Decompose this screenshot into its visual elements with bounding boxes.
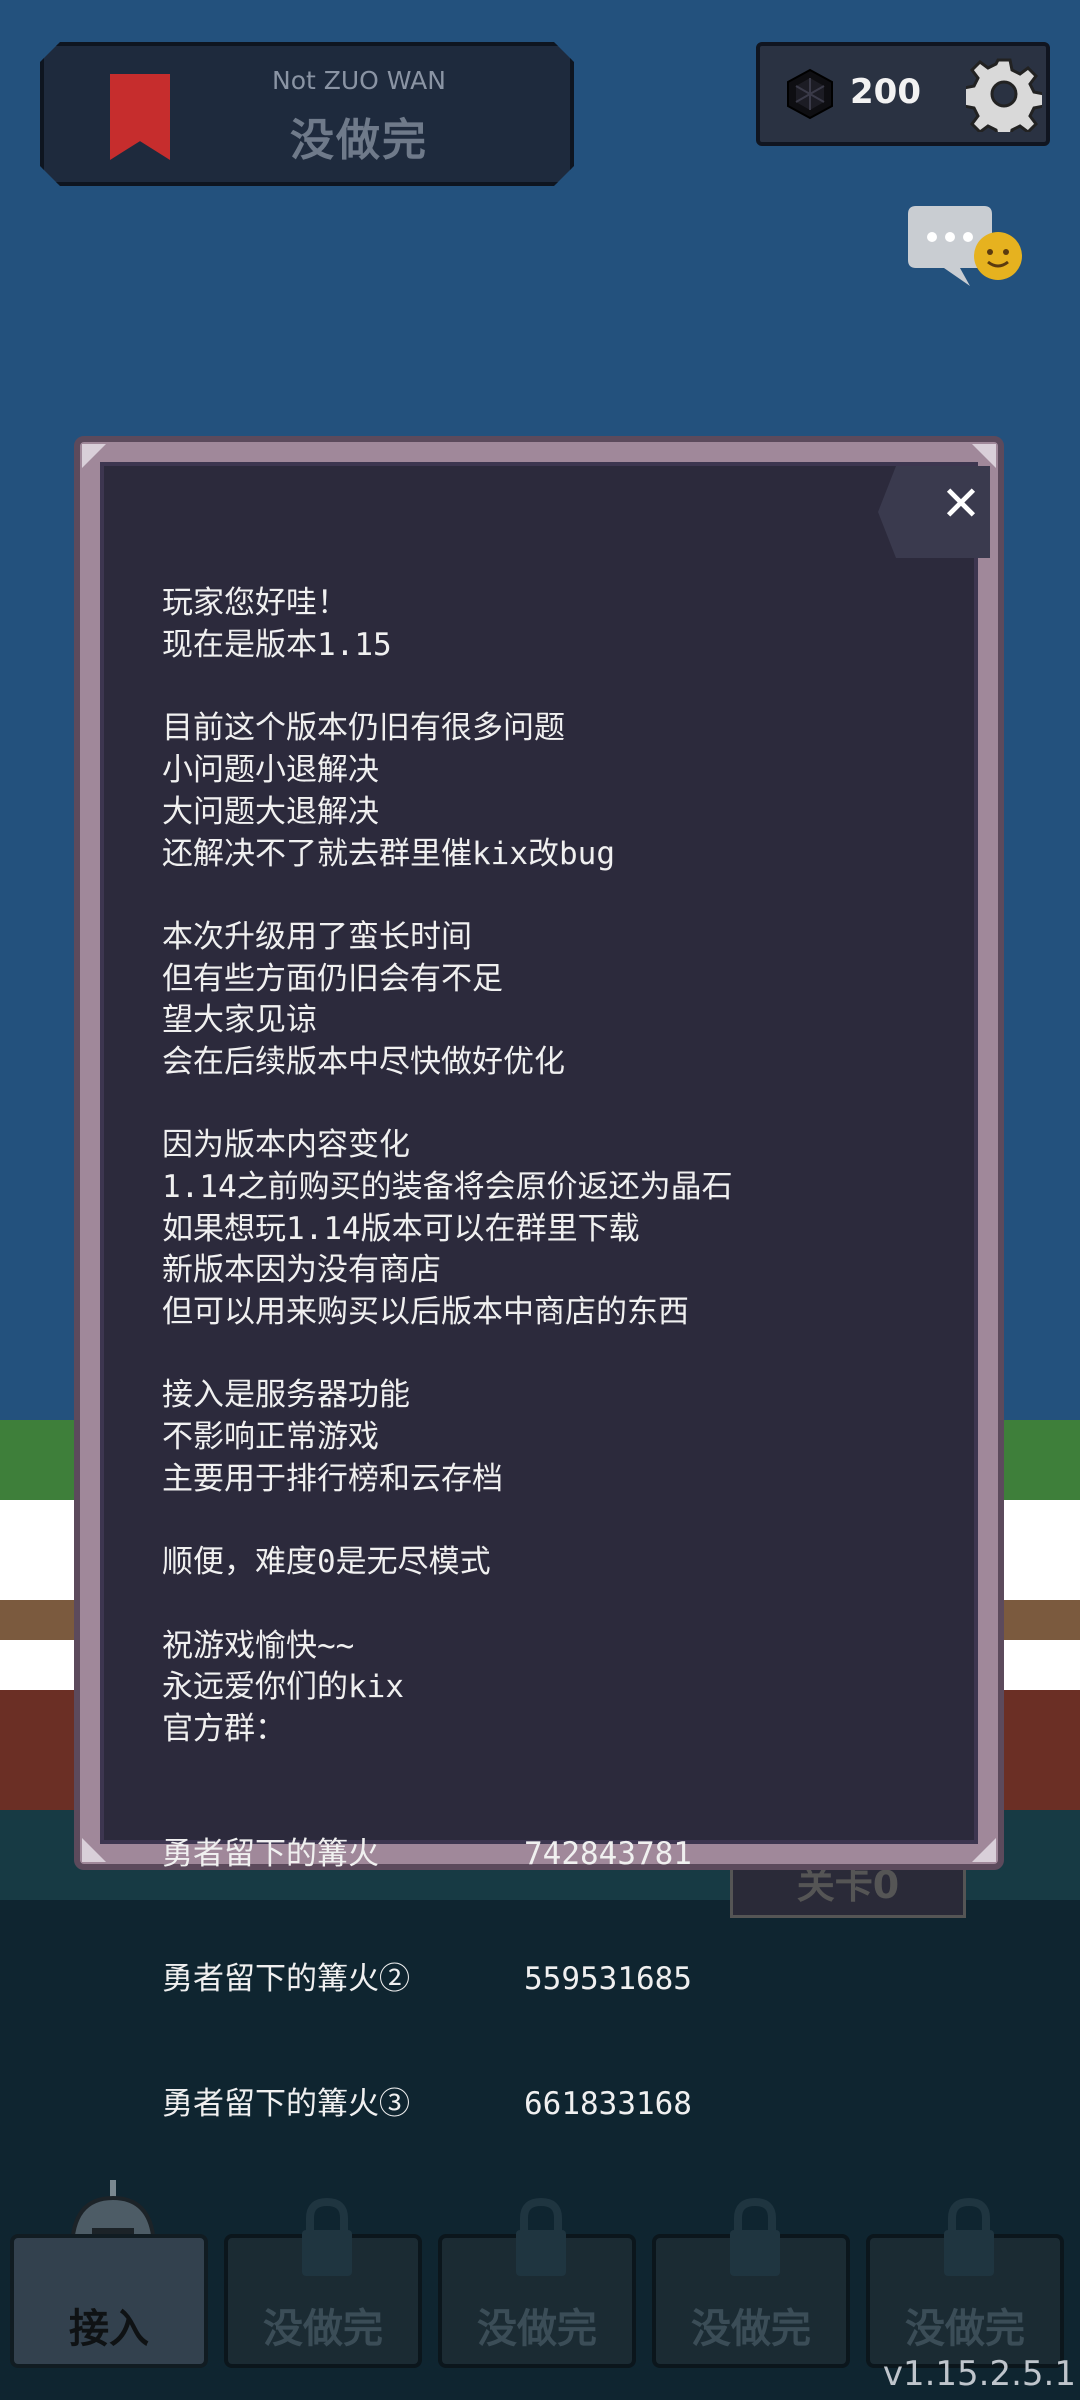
lock-icon xyxy=(516,2197,566,2276)
announcement-line: 因为版本内容变化 xyxy=(162,1127,410,1164)
tab-connect[interactable]: 接入 xyxy=(10,2234,208,2368)
announcement-line: 顺便，难度0是无尽模式 xyxy=(162,1544,491,1581)
announcement-line: 不影响正常游戏 xyxy=(162,1419,379,1456)
announcement-line xyxy=(162,1334,962,1376)
announcement-line: 但有些方面仍旧会有不足 xyxy=(162,960,503,997)
announcement-line: 还解决不了就去群里催kix改bug xyxy=(162,835,615,872)
lock-icon xyxy=(944,2197,994,2276)
group-number: 661833168 xyxy=(524,2086,692,2123)
announcement-line: 会在后续版本中尽快做好优化 xyxy=(162,1043,565,1080)
announcement-line: 如果想玩1.14版本可以在群里下载 xyxy=(162,1210,640,1247)
announcement-line xyxy=(162,875,962,917)
announcement-line: 祝游戏愉快~~ xyxy=(162,1627,355,1664)
group-number: 559531685 xyxy=(524,1961,692,1998)
tab-label: 没做完 xyxy=(477,2306,597,2352)
tab-locked-2[interactable]: 没做完 xyxy=(438,2197,636,2368)
tab-locked-4[interactable]: 没做完 xyxy=(866,2197,1064,2368)
lock-icon xyxy=(302,2197,352,2276)
banner-title: 没做完 xyxy=(290,115,428,166)
announcement-line xyxy=(162,1084,962,1126)
tab-label: 接入 xyxy=(69,2306,149,2352)
announcement-line: 小问题小退解决 xyxy=(162,752,379,789)
tab-label: 没做完 xyxy=(691,2306,811,2352)
announcement-line: 玩家您好哇！ xyxy=(162,585,348,622)
announcement-line: 官方群： xyxy=(162,1710,286,1747)
announcement-line xyxy=(162,1584,962,1626)
announcement-line: 永远爱你们的kix xyxy=(162,1669,404,1706)
announcement-line: 1.14之前购买的装备将会原价返还为晶石 xyxy=(162,1169,733,1206)
group-name: 勇者留下的篝火 xyxy=(162,1836,379,1873)
announcement-dialog: 玩家您好哇！ 现在是版本1.15 目前这个版本仍旧有很多问题 小问题小退解决 大问题大退… xyxy=(74,436,1004,2122)
tab-locked-3[interactable]: 没做完 xyxy=(652,2197,850,2368)
announcement-line: 望大家见谅 xyxy=(162,1002,317,1039)
lock-icon xyxy=(730,2197,780,2276)
currency-amount: 200 xyxy=(850,72,921,112)
announcement-line: 本次升级用了蛮长时间 xyxy=(162,918,472,955)
group-row: 勇者留下的篝火 742843781 xyxy=(162,1834,962,1876)
bookmark-icon xyxy=(110,74,170,160)
announcement-line: 主要用于排行榜和云存档 xyxy=(162,1460,503,1497)
dialog-body: 玩家您好哇！ 现在是版本1.15 目前这个版本仍旧有很多问题 小问题小退解决 大问题大退… xyxy=(100,462,978,2122)
announcement-line: 目前这个版本仍旧有很多问题 xyxy=(162,710,565,747)
version-label: v1.15.2.5.1 xyxy=(882,2354,1076,2394)
announcement-line: 大问题大退解决 xyxy=(162,793,379,830)
currency-panel: 200 xyxy=(756,42,1050,146)
title-banner[interactable]: Not ZUO WAN 没做完 xyxy=(40,42,574,186)
tab-label: 没做完 xyxy=(263,2306,383,2352)
group-name: 勇者留下的篝火③ xyxy=(162,2086,410,2123)
gear-icon[interactable] xyxy=(966,56,1042,132)
group-name: 勇者留下的篝火② xyxy=(162,1961,410,1998)
announcement-line xyxy=(162,667,962,709)
announcement-line xyxy=(162,1501,962,1543)
group-row: 勇者留下的篝火② 559531685 xyxy=(162,1959,962,2001)
announcement-line: 但可以用来购买以后版本中商店的东西 xyxy=(162,1294,689,1331)
tab-label: 没做完 xyxy=(905,2306,1025,2352)
close-icon[interactable]: ✕ xyxy=(936,474,986,534)
announcement-line: 接入是服务器功能 xyxy=(162,1377,410,1414)
gem-icon xyxy=(787,68,833,120)
tab-locked-1[interactable]: 没做完 xyxy=(224,2197,422,2368)
announcement-line: 现在是版本1.15 xyxy=(162,627,392,664)
group-number: 742843781 xyxy=(524,1836,692,1873)
banner-subtitle: Not ZUO WAN xyxy=(272,66,446,95)
chat-icon[interactable] xyxy=(900,204,1026,296)
group-row: 勇者留下的篝火③ 661833168 xyxy=(162,2084,962,2126)
announcement-line: 新版本因为没有商店 xyxy=(162,1252,441,1289)
announcement-text: 玩家您好哇！ 现在是版本1.15 目前这个版本仍旧有很多问题 小问题小退解决 大问题大退… xyxy=(162,500,962,2209)
